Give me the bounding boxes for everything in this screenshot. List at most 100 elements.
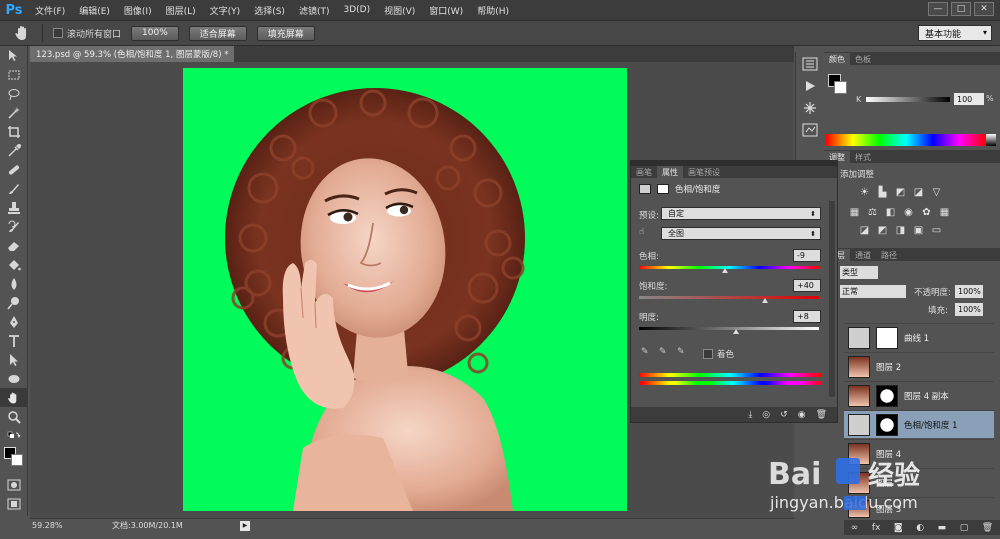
- eraser-tool-icon[interactable]: [0, 236, 28, 255]
- preset-select[interactable]: 自定 ⬍: [661, 207, 821, 220]
- curves-icon[interactable]: ◩: [894, 186, 907, 199]
- hand-adjust-icon[interactable]: ☝: [639, 227, 644, 237]
- visibility-eye-icon[interactable]: ◉: [798, 410, 806, 420]
- document-canvas[interactable]: [183, 68, 627, 511]
- tab-swatches[interactable]: 色板: [850, 53, 876, 65]
- swap-colors-icon[interactable]: [0, 426, 28, 445]
- actual-pixels-button[interactable]: 100%: [131, 25, 179, 41]
- background-color[interactable]: [834, 81, 847, 94]
- eyedropper-plus-icon[interactable]: ✎: [659, 347, 671, 358]
- zoom-tool-icon[interactable]: [0, 407, 28, 426]
- eyedropper-minus-icon[interactable]: ✎: [677, 347, 689, 358]
- tab-color[interactable]: 颜色: [824, 53, 850, 65]
- menu-select[interactable]: 选择(S): [247, 4, 292, 17]
- menu-layer[interactable]: 图层(L): [159, 4, 203, 17]
- brightness-icon[interactable]: ☀: [858, 186, 871, 199]
- mask-icon[interactable]: [657, 184, 669, 194]
- healing-brush-icon[interactable]: [0, 160, 28, 179]
- hand-tool-preset-icon[interactable]: [10, 22, 36, 44]
- menu-help[interactable]: 帮助(H): [470, 4, 516, 17]
- menu-edit[interactable]: 编辑(E): [72, 4, 117, 17]
- invert-icon[interactable]: ◪: [858, 224, 871, 237]
- colorize-option[interactable]: 着色: [703, 348, 734, 360]
- vibrance-icon[interactable]: ▽: [930, 186, 943, 199]
- history-brush-icon[interactable]: [0, 217, 28, 236]
- menu-filter[interactable]: 滤镜(T): [292, 4, 337, 17]
- layer-mask-thumbnail[interactable]: [876, 326, 898, 349]
- delete-layer-icon[interactable]: 🗑: [982, 523, 993, 533]
- quick-mask-icon[interactable]: [0, 475, 28, 494]
- path-selection-icon[interactable]: [0, 350, 28, 369]
- scroll-all-windows[interactable]: 滚动所有窗口: [53, 27, 121, 40]
- reset-icon[interactable]: ↺: [780, 410, 788, 420]
- delete-adjustment-icon[interactable]: 🗑: [816, 410, 827, 420]
- layer-row[interactable]: 曲线 1: [844, 323, 994, 351]
- saturation-slider-thumb[interactable]: [762, 298, 768, 303]
- opacity-input[interactable]: 100%: [955, 285, 983, 298]
- zoom-level[interactable]: 59.28%: [32, 521, 68, 530]
- eyedropper-tool-icon[interactable]: [0, 141, 28, 160]
- layer-mask-thumbnail[interactable]: [876, 384, 898, 407]
- screen-mode-icon[interactable]: [0, 494, 28, 513]
- navigator-panel-icon[interactable]: [797, 98, 823, 118]
- color-spectrum-ramp[interactable]: [826, 134, 986, 146]
- properties-scrollbar[interactable]: [829, 201, 835, 397]
- tab-channels[interactable]: 通道: [850, 249, 876, 261]
- tab-brush[interactable]: 画笔: [631, 166, 657, 178]
- blend-mode-select[interactable]: 正常: [840, 285, 906, 298]
- blur-tool-icon[interactable]: [0, 274, 28, 293]
- lightness-slider-track[interactable]: [639, 327, 819, 330]
- workspace-select[interactable]: 基本功能 ▾: [918, 25, 992, 41]
- lasso-tool-icon[interactable]: [0, 84, 28, 103]
- fill-screen-button[interactable]: 填充屏幕: [256, 25, 315, 41]
- colorize-checkbox[interactable]: [703, 349, 713, 359]
- range-select[interactable]: 全图 ⬍: [661, 227, 821, 240]
- hue-saturation-icon[interactable]: ▦: [848, 206, 861, 219]
- paint-bucket-icon[interactable]: [0, 255, 28, 274]
- menu-view[interactable]: 视图(V): [377, 4, 422, 17]
- menu-image[interactable]: 图像(I): [117, 4, 159, 17]
- hand-tool-icon[interactable]: [0, 388, 28, 407]
- magic-wand-icon[interactable]: [0, 103, 28, 122]
- minimize-button[interactable]: —: [928, 2, 948, 16]
- brush-tool-icon[interactable]: [0, 179, 28, 198]
- levels-icon[interactable]: ▙: [876, 186, 889, 199]
- saturation-input[interactable]: +40: [793, 279, 821, 292]
- menu-3d[interactable]: 3D(D): [336, 5, 377, 15]
- status-menu-arrow-icon[interactable]: ▶: [240, 520, 250, 531]
- gradient-map-icon[interactable]: ▭: [930, 224, 943, 237]
- move-tool-icon[interactable]: [0, 46, 28, 65]
- selective-color-icon[interactable]: ▣: [912, 224, 925, 237]
- menu-file[interactable]: 文件(F): [28, 4, 72, 17]
- tab-styles[interactable]: 样式: [850, 151, 876, 163]
- threshold-icon[interactable]: ◨: [894, 224, 907, 237]
- close-button[interactable]: ✕: [974, 2, 994, 16]
- crop-tool-icon[interactable]: [0, 122, 28, 141]
- history-panel-icon[interactable]: [797, 54, 823, 74]
- exposure-icon[interactable]: ◪: [912, 186, 925, 199]
- color-panel-swatches[interactable]: [828, 74, 848, 94]
- tab-properties[interactable]: 属性: [657, 166, 683, 178]
- fill-input[interactable]: 100%: [955, 303, 983, 316]
- dodge-tool-icon[interactable]: [0, 293, 28, 312]
- photo-filter-icon[interactable]: ◉: [902, 206, 915, 219]
- menu-type[interactable]: 文字(Y): [203, 4, 248, 17]
- saturation-slider-track[interactable]: [639, 296, 819, 299]
- black-white-ramp[interactable]: [986, 134, 996, 146]
- hue-slider-track[interactable]: [639, 266, 819, 269]
- menu-window[interactable]: 窗口(W): [422, 4, 470, 17]
- hue-input[interactable]: -9: [793, 249, 821, 262]
- view-previous-icon[interactable]: ◎: [762, 410, 770, 420]
- type-tool-icon[interactable]: [0, 331, 28, 350]
- posterize-icon[interactable]: ◩: [876, 224, 889, 237]
- actions-play-icon[interactable]: [797, 76, 823, 96]
- layer-mask-thumbnail[interactable]: [876, 413, 898, 436]
- tab-paths[interactable]: 路径: [876, 249, 902, 261]
- layer-row-selected[interactable]: 色相/饱和度 1: [844, 410, 994, 438]
- color-swatches[interactable]: [0, 445, 28, 475]
- color-balance-icon[interactable]: ⚖: [866, 206, 879, 219]
- marquee-tool-icon[interactable]: [0, 65, 28, 84]
- ellipse-tool-icon[interactable]: [0, 369, 28, 388]
- channel-mixer-icon[interactable]: ✿: [920, 206, 933, 219]
- fit-screen-button[interactable]: 适合屏幕: [188, 25, 247, 41]
